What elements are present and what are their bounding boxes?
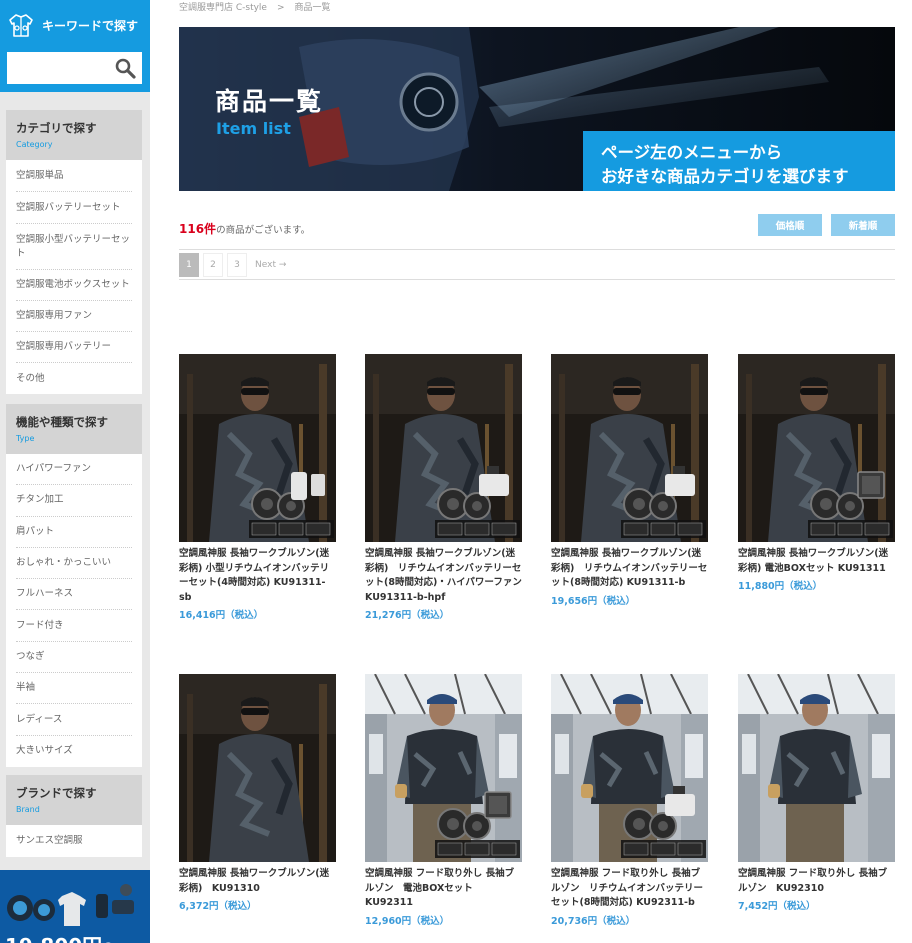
sidebar-item-hooded[interactable]: フード付き [16,610,132,642]
sidebar-item-single[interactable]: 空調服単品 [16,160,132,192]
product-card[interactable]: 空調風神服 長袖ワークブルゾン(迷彩柄) 小型リチウムイオンバッテリーセット(4… [179,354,336,621]
sidebar-item-titanium[interactable]: チタン加工 [16,485,132,517]
promo-banner[interactable]: 19,800円〜 [0,870,150,943]
result-count: 116件の商品がございます。 [179,220,310,237]
pagination: 1 2 3 Next → [179,249,895,280]
product-price: 21,276円（税込） [365,610,450,621]
product-name[interactable]: 空調風神服 フード取り外し 長袖ブルゾン リチウムイオンバッテリーセット(8時間… [551,867,708,911]
search-box [7,52,142,84]
promo-banner-price: 19,800円〜 [5,930,122,943]
type-subtitle: Type [16,434,35,443]
brand-title: ブランドで探す [16,786,97,800]
brand-header: ブランドで探す Brand [6,775,142,825]
type-header: 機能や種類で探す Type [6,404,142,454]
sidebar-item-large-size[interactable]: 大きいサイズ [16,736,132,767]
product-image[interactable] [738,674,895,862]
type-section: 機能や種類で探す Type ハイパワーファン チタン加工 肩パット おしゃれ・か… [6,404,142,767]
hero-message: ページ左のメニューから お好きな商品カテゴリを選びます [583,131,895,191]
product-name[interactable]: 空調風神服 長袖ワークブルゾン(迷彩柄) 電池BOXセット KU91311 [738,547,895,576]
product-card[interactable]: 空調風神服 フード取り外し 長袖ブルゾン 電池BOXセット KU92311 12,… [365,674,522,927]
product-price: 11,880円（税込） [738,581,823,592]
sidebar-item-ladies[interactable]: レディース [16,704,132,736]
product-name[interactable]: 空調風神服 長袖ワークブルゾン(迷彩柄) リチウムイオンバッテリーセット(8時間… [365,547,531,605]
sidebar-item-fan[interactable]: 空調服専用ファン [16,301,132,332]
hero-message-line1: ページ左のメニューから [601,143,783,162]
sidebar-item-stylish[interactable]: おしゃれ・かっこいい [16,548,132,580]
sort-new-button[interactable]: 新着順 [831,214,895,236]
product-price: 7,452円（税込） [738,901,816,912]
product-image[interactable] [179,354,336,542]
sort-price-button[interactable]: 価格順 [758,214,822,236]
product-price: 19,656円（税込） [551,595,636,607]
sidebar-item-small-battery-set[interactable]: 空調服小型バッテリーセット [16,224,132,270]
sidebar: キーワードで探す カテゴリで探す Category 空調服単品 空調服バッテリー… [0,0,150,943]
product-name[interactable]: 空調風神服 長袖ワークブルゾン(迷彩柄) 小型リチウムイオンバッテリーセット(4… [179,547,336,605]
search-input[interactable] [7,52,107,84]
hero-title: 商品一覧 [215,87,324,116]
product-image[interactable] [179,674,336,862]
product-card[interactable]: 空調風神服 長袖ワークブルゾン(迷彩柄) リチウムイオンバッテリーセット(8時間… [551,354,708,607]
hero-subtitle: Item list [216,119,291,138]
product-card[interactable]: 空調風神服 フード取り外し 長袖ブルゾン リチウムイオンバッテリーセット(8時間… [551,674,708,927]
sidebar-item-sanes[interactable]: サンエス空調服 [16,825,132,857]
hero-message-line2: お好きな商品カテゴリを選びます [601,167,849,186]
product-name[interactable]: 空調風神服 長袖ワークブルゾン(迷彩柄) リチウムイオンバッテリーセット(8時間… [551,547,708,591]
sidebar-item-other[interactable]: その他 [16,363,132,394]
breadcrumb-separator: > [276,3,285,13]
sidebar-item-short-sleeve[interactable]: 半袖 [16,673,132,705]
product-image[interactable] [365,354,522,542]
product-card[interactable]: 空調風神服 長袖ワークブルゾン(迷彩柄) KU91310 6,372円（税込） [179,674,336,912]
brand-subtitle: Brand [16,805,40,814]
page-3-button[interactable]: 3 [227,252,247,277]
sidebar-item-coverall[interactable]: つなぎ [16,642,132,674]
product-price: 20,736円（税込） [551,915,636,927]
product-card[interactable]: 空調風神服 長袖ワークブルゾン(迷彩柄) 電池BOXセット KU91311 11,… [738,354,895,592]
product-name[interactable]: 空調風神服 長袖ワークブルゾン(迷彩柄) KU91310 [179,867,336,896]
product-card[interactable]: 空調風神服 長袖ワークブルゾン(迷彩柄) リチウムイオンバッテリーセット(8時間… [365,354,531,621]
jacket-icon [9,14,33,37]
breadcrumb: 空調服専門店 C-style > 商品一覧 [179,0,331,13]
category-subtitle: Category [16,140,53,149]
keyword-search-panel: キーワードで探す [0,0,150,92]
result-count-suffix: の商品がございます。 [216,225,311,236]
sidebar-item-full-harness[interactable]: フルハーネス [16,579,132,611]
sidebar-item-battery[interactable]: 空調服専用バッテリー [16,332,132,363]
result-count-number: 116件 [179,222,217,236]
product-image[interactable] [551,354,708,542]
product-name[interactable]: 空調風神服 フード取り外し 長袖ブルゾン 電池BOXセット KU92311 [365,867,522,911]
sidebar-item-shoulder-pad[interactable]: 肩パット [16,517,132,548]
category-header: カテゴリで探す Category [6,110,142,160]
product-price: 6,372円（税込） [179,901,257,912]
breadcrumb-current: 商品一覧 [294,3,331,13]
product-card[interactable]: 空調風神服 フード取り外し 長袖ブルゾン KU92310 7,452円（税込） [738,674,895,912]
product-price: 12,960円（税込） [365,915,450,927]
hero-banner: 商品一覧 Item list ページ左のメニューから お好きな商品カテゴリを選び… [179,27,895,191]
sidebar-item-high-power-fan[interactable]: ハイパワーファン [16,454,132,486]
brand-section: ブランドで探す Brand サンエス空調服 [6,775,142,857]
page-2-button[interactable]: 2 [203,252,223,277]
search-icon[interactable] [114,57,136,79]
category-section: カテゴリで探す Category 空調服単品 空調服バッテリーセット 空調服小型… [6,110,142,394]
sidebar-item-battery-box-set[interactable]: 空調服電池ボックスセット [16,270,132,301]
keyword-search-title: キーワードで探す [42,18,139,33]
product-name[interactable]: 空調風神服 フード取り外し 長袖ブルゾン KU92310 [738,867,895,896]
type-title: 機能や種類で探す [16,415,108,429]
sidebar-item-battery-set[interactable]: 空調服バッテリーセット [16,192,132,224]
product-price: 16,416円（税込） [179,610,264,621]
next-page-button[interactable]: Next → [251,253,290,277]
product-image[interactable] [365,674,522,862]
product-image[interactable] [738,354,895,542]
page-1-button[interactable]: 1 [179,252,199,277]
product-image[interactable] [551,674,708,862]
category-title: カテゴリで探す [16,121,97,135]
breadcrumb-home[interactable]: 空調服専門店 C-style [179,3,267,13]
